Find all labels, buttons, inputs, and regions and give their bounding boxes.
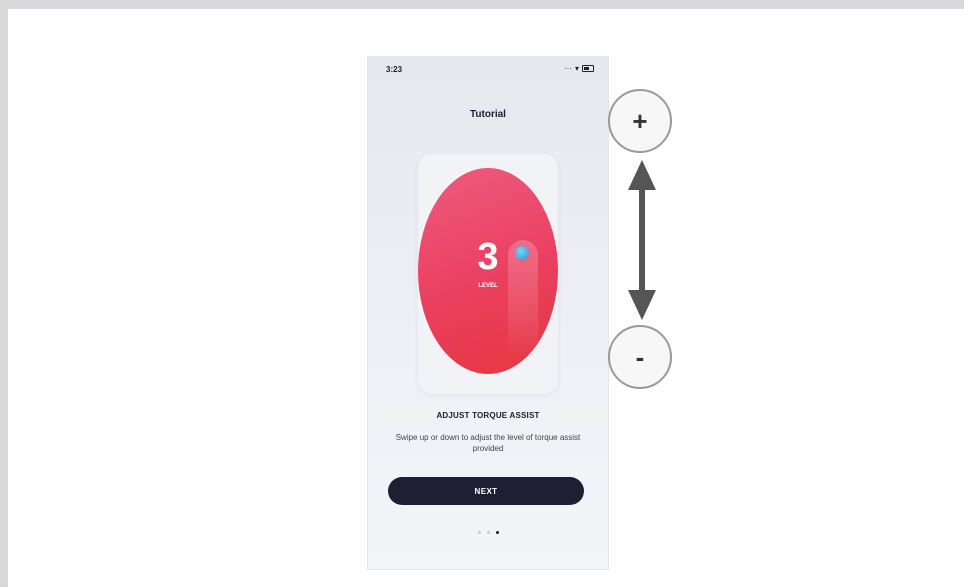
phone-screen: 3:23 ··· ▾ Tutorial 3 LEVEL ADJUST TORQU… <box>367 56 609 570</box>
page-title: Tutorial <box>470 109 506 120</box>
next-button[interactable]: NEXT <box>388 477 584 505</box>
level-slider-knob[interactable] <box>515 246 529 260</box>
torque-dial[interactable]: 3 LEVEL <box>418 168 558 374</box>
battery-icon <box>582 65 594 72</box>
tutorial-description: Swipe up or down to adjust the level of … <box>395 433 581 453</box>
torque-card: 3 LEVEL <box>418 154 558 394</box>
level-value: 3 <box>477 236 499 278</box>
up-down-arrow-icon <box>628 160 656 320</box>
tutorial-heading: ADJUST TORQUE ASSIST <box>436 411 540 420</box>
status-icons: ··· ▾ <box>564 64 594 73</box>
status-time: 3:23 <box>386 65 403 74</box>
page-dot <box>486 531 490 534</box>
page-indicator <box>368 531 608 534</box>
frame-left-border <box>0 0 8 587</box>
page-dot <box>477 531 481 534</box>
level-label: LEVEL <box>478 283 498 289</box>
frame-top-border <box>0 0 964 9</box>
page-dot-active <box>495 531 499 534</box>
wifi-icon: ▾ <box>574 64 579 73</box>
plus-button[interactable]: + <box>608 89 672 153</box>
signal-icon: ··· <box>563 64 572 73</box>
minus-button[interactable]: - <box>608 325 672 389</box>
